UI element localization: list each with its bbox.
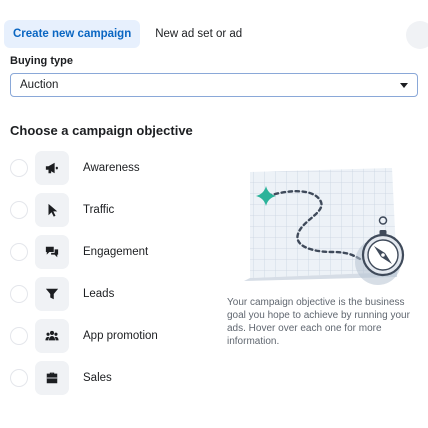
objective-label: App promotion [83,330,158,342]
buying-type-value: Auction [20,79,59,91]
campaign-tabs: Create new campaign New ad set or ad [4,20,251,48]
people-icon [35,319,69,353]
radio-button[interactable] [10,159,28,177]
buying-type-select[interactable]: Auction [10,73,418,97]
tab-new-ad-set-or-ad[interactable]: New ad set or ad [146,20,251,48]
objective-label: Sales [83,372,112,384]
chat-bubbles-icon [35,235,69,269]
objective-sales[interactable]: Sales [10,360,210,396]
objective-leads[interactable]: Leads [10,276,210,312]
cursor-icon [35,193,69,227]
radio-button[interactable] [10,285,28,303]
funnel-icon [35,277,69,311]
briefcase-icon [35,361,69,395]
radio-button[interactable] [10,201,28,219]
objective-label: Traffic [83,204,115,216]
objective-description: Your campaign objective is the business … [227,297,410,347]
header-avatar[interactable] [406,21,428,49]
radio-button[interactable] [10,327,28,345]
radio-button[interactable] [10,369,28,387]
objective-awareness[interactable]: Awareness [10,150,210,186]
objective-label: Awareness [83,162,140,174]
objective-label: Engagement [83,246,149,258]
objective-label: Leads [83,288,115,300]
tab-create-new-campaign[interactable]: Create new campaign [4,20,141,48]
caret-down-icon [400,83,408,88]
objective-engagement[interactable]: Engagement [10,234,210,270]
map-compass-illustration [244,168,405,285]
objective-section-title: Choose a campaign objective [10,123,193,138]
objective-traffic[interactable]: Traffic [10,192,210,228]
megaphone-icon [35,151,69,185]
buying-type-label: Buying type [10,55,73,67]
radio-button[interactable] [10,243,28,261]
objective-app-promotion[interactable]: App promotion [10,318,210,354]
